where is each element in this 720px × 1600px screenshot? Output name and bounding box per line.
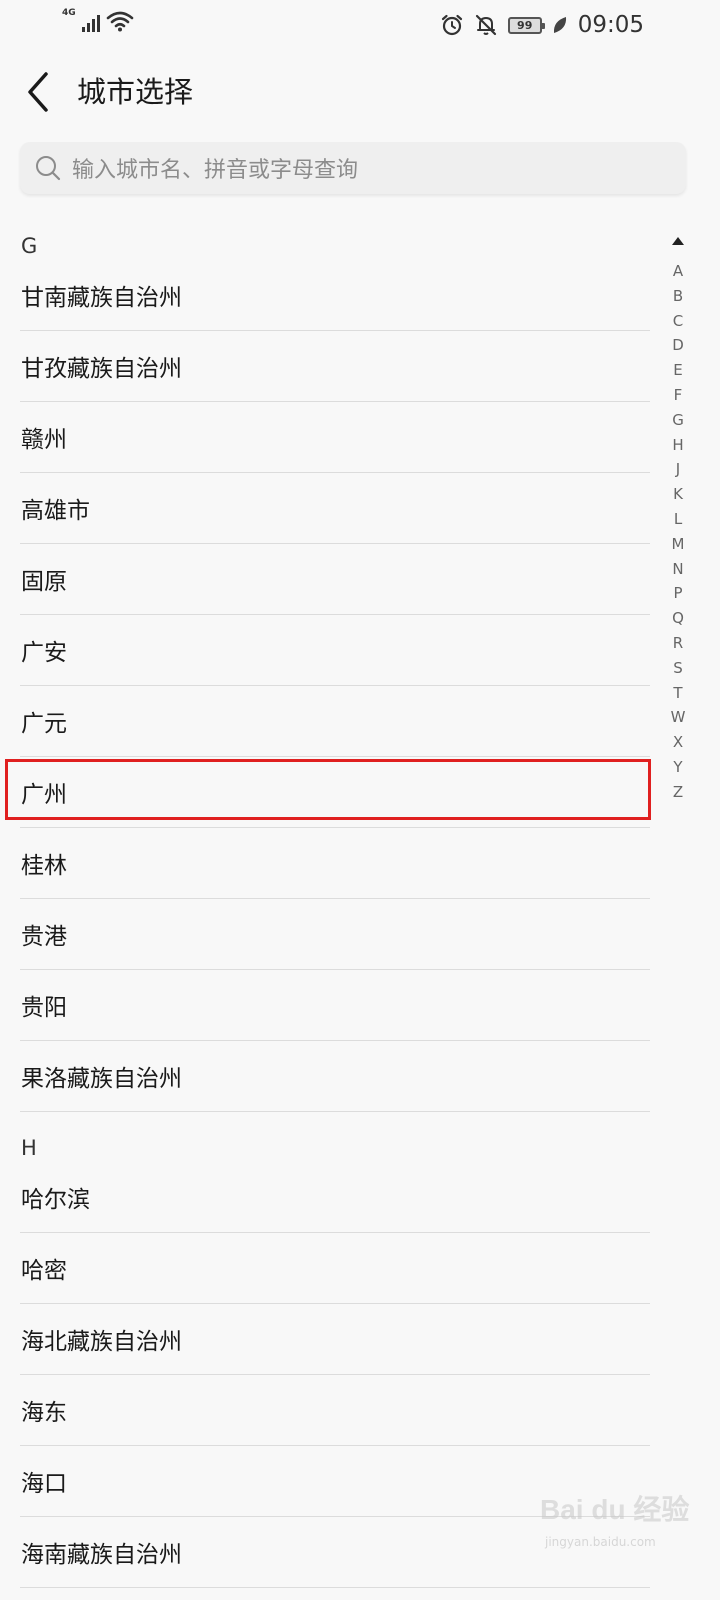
list-item[interactable]: 哈密 (20, 1233, 650, 1304)
list-item[interactable]: 广元 (20, 686, 650, 757)
index-top-arrow-icon[interactable] (672, 237, 684, 245)
list-item[interactable]: 固原 (20, 544, 650, 615)
index-letter[interactable]: X (673, 730, 683, 755)
list-item[interactable]: 海北藏族自治州 (20, 1304, 650, 1375)
list-item[interactable]: 高雄市 (20, 473, 650, 544)
list-item[interactable]: 甘南藏族自治州 (20, 260, 650, 331)
alarm-icon (441, 14, 462, 36)
status-left: 4G (62, 8, 134, 32)
search-icon (36, 156, 61, 181)
list-item[interactable]: 甘孜藏族自治州 (20, 331, 650, 402)
index-letter[interactable]: K (673, 482, 683, 507)
list-item[interactable]: 哈尔滨 (20, 1162, 650, 1233)
index-letter[interactable]: S (673, 656, 683, 681)
index-letter[interactable]: Z (673, 780, 683, 805)
header: 城市选择 (0, 60, 720, 124)
battery-level: 99 (517, 18, 533, 32)
index-letter[interactable]: D (672, 333, 684, 358)
leaf-icon (553, 17, 566, 33)
list-item[interactable]: 赣州 (20, 402, 650, 473)
index-letter[interactable]: T (673, 681, 682, 706)
index-letter[interactable]: H (672, 433, 683, 458)
index-letter[interactable]: J (676, 457, 680, 482)
index-letter[interactable]: N (672, 557, 683, 582)
status-bar: 4G 99 09:05 (0, 0, 720, 50)
index-letter[interactable]: L (674, 507, 682, 532)
signal-icon (81, 14, 100, 32)
index-letter[interactable]: B (673, 284, 683, 309)
index-letter[interactable]: E (673, 358, 682, 383)
list-item[interactable]: 贵阳 (20, 970, 650, 1041)
battery-icon: 99 (507, 16, 545, 34)
back-button[interactable] (22, 70, 62, 114)
wifi-icon (106, 11, 133, 32)
list-item[interactable]: 海东 (20, 1375, 650, 1446)
index-letter[interactable]: Y (673, 755, 682, 780)
list-item[interactable]: 贵港 (20, 899, 650, 970)
watermark: Bai du 经验 (540, 1488, 689, 1528)
search-input[interactable]: 输入城市名、拼音或字母查询 (20, 142, 686, 194)
network-type: 4G (62, 8, 76, 18)
index-letter[interactable]: A (673, 259, 683, 284)
list-item[interactable]: 桂林 (20, 828, 650, 899)
index-letter[interactable]: W (671, 705, 686, 730)
index-letter[interactable]: C (673, 309, 683, 334)
alphabet-index-bar[interactable]: ABCDEFGHJKLMNPQRSTWXYZ (666, 233, 690, 805)
clock: 09:05 (577, 12, 644, 38)
index-letter[interactable]: Q (672, 606, 684, 631)
page-title: 城市选择 (77, 75, 194, 109)
search-placeholder: 输入城市名、拼音或字母查询 (72, 158, 359, 183)
chevron-left-icon (28, 72, 48, 112)
index-letter[interactable]: P (673, 581, 682, 606)
list-item-highlighted[interactable]: 广州 (20, 757, 650, 828)
list-item[interactable]: 果洛藏族自治州 (20, 1041, 650, 1112)
city-list: G 甘南藏族自治州 甘孜藏族自治州 赣州 高雄市 固原 广安 广元 广州 桂林 … (20, 210, 650, 1588)
list-item[interactable]: 广安 (20, 615, 650, 686)
watermark-url: jingyan.baidu.com (545, 1535, 656, 1549)
index-letter[interactable]: R (673, 631, 683, 656)
mute-bell-icon (475, 14, 496, 36)
status-right: 99 09:05 (440, 12, 644, 38)
index-letter[interactable]: M (672, 532, 685, 557)
index-letter[interactable]: F (674, 383, 683, 408)
index-letter[interactable]: G (672, 408, 684, 433)
watermark-logo: Bai du 经验 (540, 1494, 690, 1525)
